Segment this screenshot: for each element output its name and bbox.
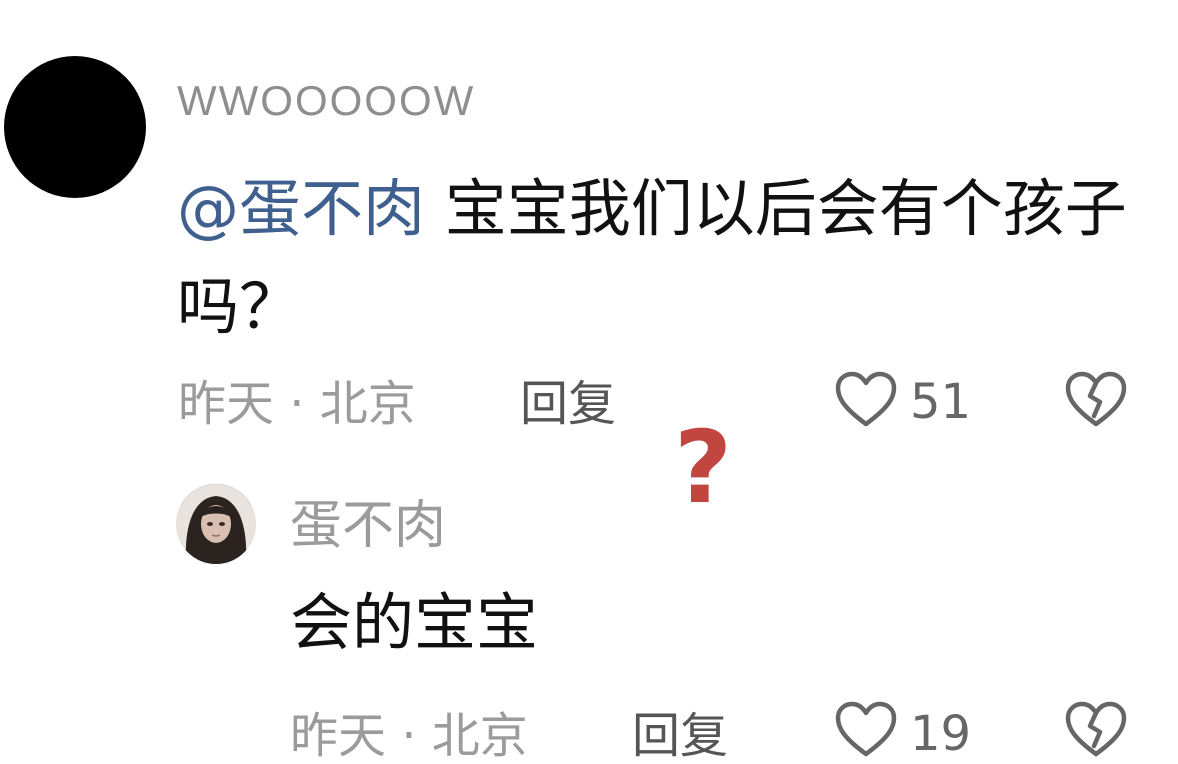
like-count: 51 (910, 374, 972, 430)
question-mark-overlay: ? (674, 409, 733, 526)
username[interactable]: 蛋不肉 (290, 500, 446, 552)
reply-button[interactable]: 回复 (632, 712, 728, 760)
comment-text: @蛋不肉 宝宝我们以后会有个孩子吗？ (177, 160, 1157, 356)
dislike-button[interactable] (1064, 700, 1128, 760)
mention-link[interactable]: @蛋不肉 (177, 172, 425, 245)
avatar[interactable] (176, 484, 256, 564)
avatar-portrait-icon (176, 484, 256, 564)
comment-meta: 昨天 · 北京 (290, 708, 528, 764)
dislike-button[interactable] (1064, 370, 1128, 430)
like-button[interactable] (834, 700, 898, 760)
like-count: 19 (910, 706, 972, 762)
comment-text: 会的宝宝 (290, 586, 539, 659)
username[interactable]: WWOOOOOW (177, 80, 475, 122)
avatar[interactable] (4, 56, 146, 198)
broken-heart-icon (1065, 371, 1127, 427)
heart-outline-icon (835, 371, 897, 427)
broken-heart-icon (1065, 701, 1127, 757)
comment-meta: 昨天 · 北京 (178, 376, 416, 432)
heart-outline-icon (835, 701, 897, 757)
like-button[interactable] (834, 370, 898, 430)
reply-button[interactable]: 回复 (520, 380, 616, 428)
